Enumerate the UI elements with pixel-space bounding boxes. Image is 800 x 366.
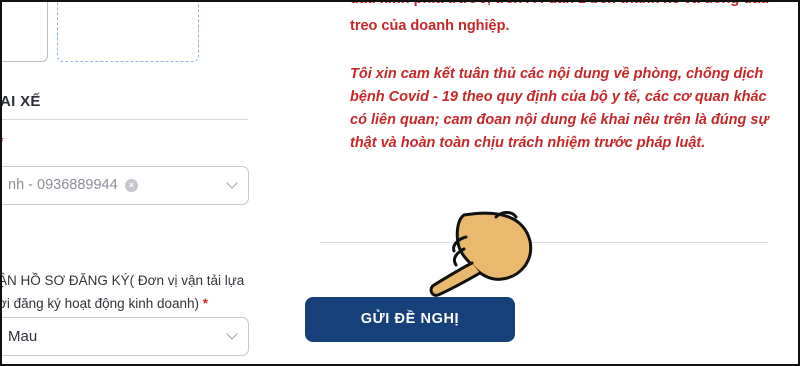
close-icon[interactable]: × — [125, 179, 138, 192]
pointing-hand-icon — [429, 211, 533, 297]
section-divider — [2, 119, 248, 120]
selected-driver-tag: nh - 0936889944 — [8, 177, 118, 193]
app-frame: AI XẾ * nh - 0936889944 × ẬN HỒ SƠ ĐĂNG … — [0, 0, 800, 366]
required-mark: * — [2, 133, 3, 149]
registration-place-label: ẬN HỒ SƠ ĐĂNG KÝ( Đơn vị vận tải lựa ơi … — [0, 269, 248, 315]
image-upload-slot[interactable] — [2, 2, 48, 62]
registration-place-value: Mau — [8, 328, 38, 345]
notice-text-line: treo của doanh nghiệp. — [350, 18, 510, 34]
section-divider — [320, 242, 768, 243]
registration-place-select[interactable] — [2, 317, 249, 356]
registration-place-label-line1: ẬN HỒ SƠ ĐĂNG KÝ( Đơn vị vận tải lựa — [0, 273, 245, 288]
driver-section-title: AI XẾ — [0, 93, 41, 110]
registration-place-label-line2: ơi đăng ký hoạt động kinh doanh) — [0, 296, 199, 311]
image-upload-dropzone[interactable] — [57, 2, 199, 62]
notice-text-line: đầu kính phía trước, trên A4 dán 2 bên t… — [350, 2, 780, 11]
commitment-statement: Tôi xin cam kết tuân thủ các nội dung về… — [350, 66, 769, 151]
required-mark: * — [202, 296, 209, 311]
